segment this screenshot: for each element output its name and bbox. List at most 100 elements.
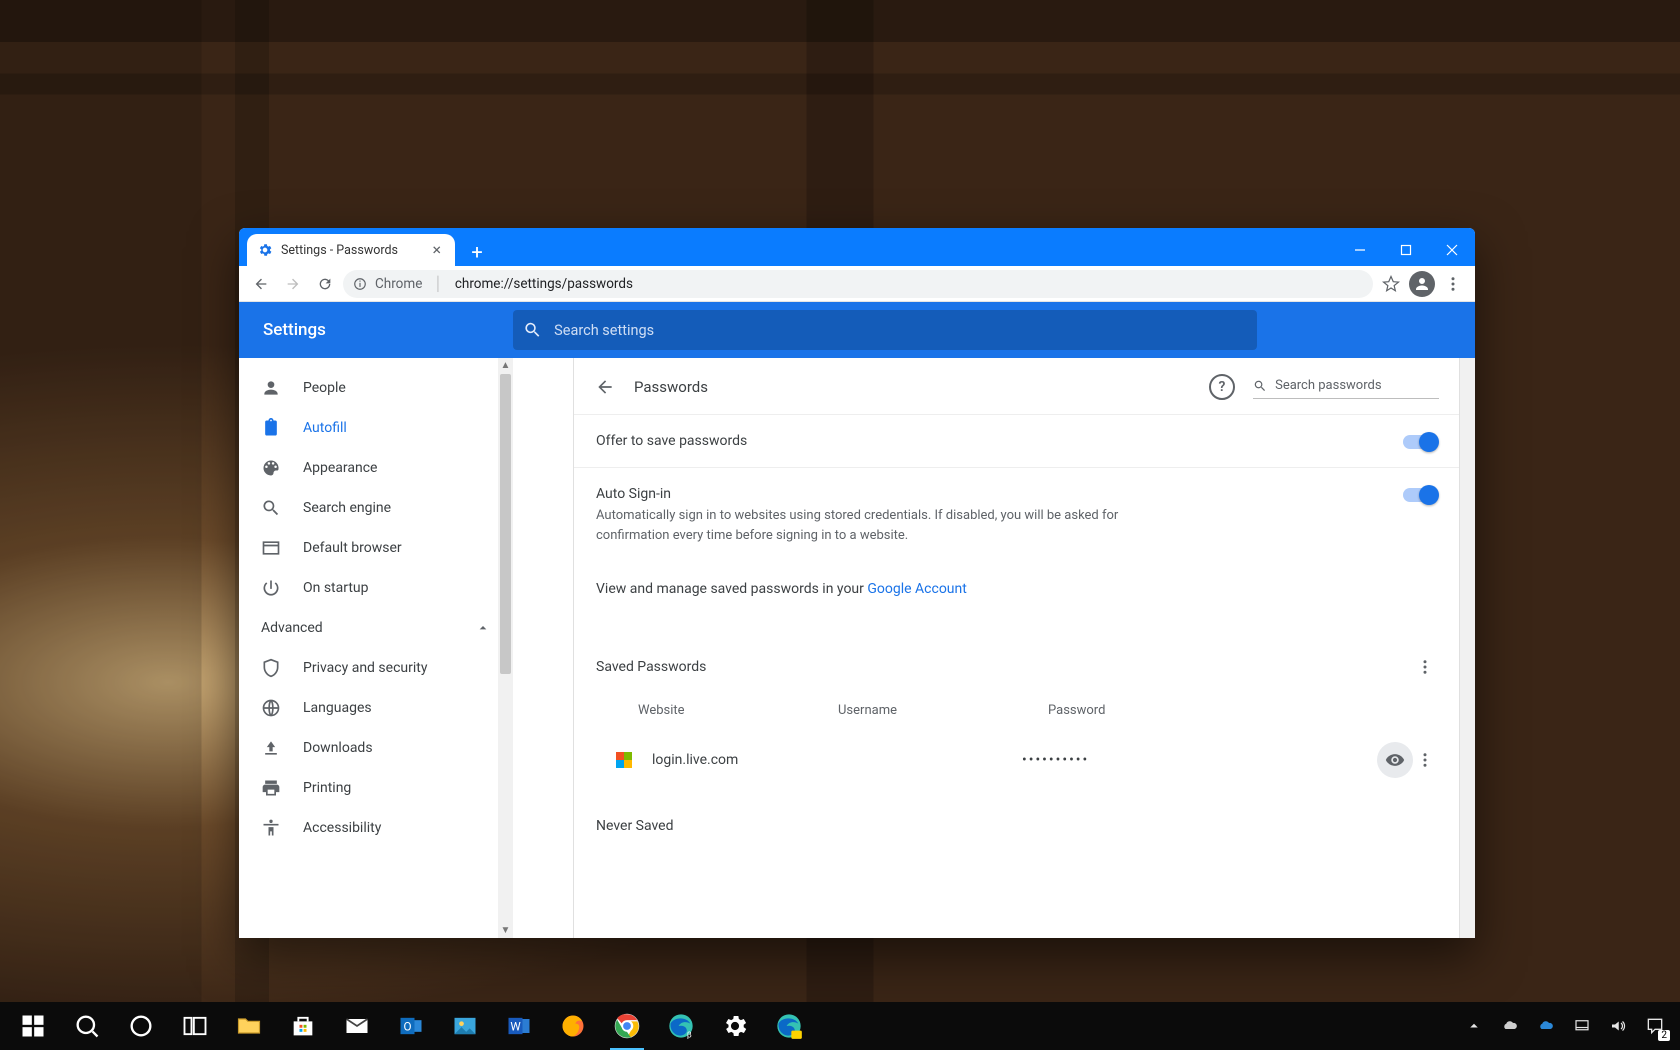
settings-sidebar: People Autofill Appearance Search engine bbox=[239, 358, 513, 938]
sidebar-item-default-browser[interactable]: Default browser bbox=[239, 528, 513, 568]
search-icon bbox=[261, 498, 281, 518]
mail-button[interactable] bbox=[330, 1002, 384, 1050]
back-button[interactable] bbox=[247, 270, 275, 298]
browser-tab-settings[interactable]: Settings - Passwords × bbox=[247, 234, 455, 266]
entry-site: login.live.com bbox=[652, 752, 812, 768]
search-button[interactable] bbox=[60, 1002, 114, 1050]
chrome-window: Settings - Passwords × + Chrome │ chrome… bbox=[239, 228, 1475, 938]
onedrive-icon[interactable] bbox=[1498, 1014, 1522, 1038]
sidebar-item-search-engine[interactable]: Search engine bbox=[239, 488, 513, 528]
scroll-up-icon[interactable]: ▲ bbox=[498, 358, 513, 373]
task-view-button[interactable] bbox=[168, 1002, 222, 1050]
svg-text:W: W bbox=[510, 1020, 521, 1034]
window-close-button[interactable] bbox=[1429, 234, 1475, 266]
microsoft-store-button[interactable] bbox=[276, 1002, 330, 1050]
panel-back-button[interactable] bbox=[594, 376, 616, 398]
action-center-button[interactable]: 2 bbox=[1642, 1013, 1668, 1039]
profile-avatar[interactable] bbox=[1409, 271, 1435, 297]
saved-passwords-menu[interactable] bbox=[1413, 655, 1437, 679]
word-button[interactable]: W bbox=[492, 1002, 546, 1050]
site-info-icon[interactable] bbox=[353, 277, 367, 291]
password-entry[interactable]: login.live.com •••••••••• bbox=[574, 730, 1459, 790]
col-website: Website bbox=[638, 703, 838, 718]
auto-signin-toggle[interactable] bbox=[1403, 488, 1437, 502]
sidebar-item-label: People bbox=[303, 380, 346, 396]
sidebar-item-accessibility[interactable]: Accessibility bbox=[239, 808, 513, 848]
advanced-label: Advanced bbox=[261, 620, 323, 636]
show-password-button[interactable] bbox=[1377, 742, 1413, 778]
touchpad-icon[interactable] bbox=[1570, 1014, 1594, 1038]
sidebar-item-privacy[interactable]: Privacy and security bbox=[239, 648, 513, 688]
settings-brand: Settings bbox=[239, 320, 513, 340]
tab-strip: Settings - Passwords × + bbox=[239, 234, 491, 266]
download-icon bbox=[261, 738, 281, 758]
scroll-thumb[interactable] bbox=[500, 374, 511, 674]
windows-settings-button[interactable] bbox=[708, 1002, 762, 1050]
help-icon[interactable]: ? bbox=[1209, 374, 1235, 400]
panel-title: Passwords bbox=[634, 378, 708, 396]
saved-passwords-heading: Saved Passwords bbox=[574, 615, 1459, 695]
accessibility-icon bbox=[261, 818, 281, 838]
outlook-button[interactable]: O bbox=[384, 1002, 438, 1050]
offer-save-row: Offer to save passwords bbox=[574, 414, 1459, 467]
auto-signin-sub: Automatically sign in to websites using … bbox=[596, 506, 1156, 545]
search-icon bbox=[523, 320, 542, 340]
sidebar-item-printing[interactable]: Printing bbox=[239, 768, 513, 808]
scroll-down-icon[interactable]: ▼ bbox=[498, 923, 513, 938]
onedrive-synced-icon[interactable] bbox=[1534, 1014, 1558, 1038]
sidebar-item-label: Downloads bbox=[303, 740, 373, 756]
forward-button[interactable] bbox=[279, 270, 307, 298]
file-explorer-button[interactable] bbox=[222, 1002, 276, 1050]
new-tab-button[interactable]: + bbox=[463, 238, 491, 266]
close-tab-icon[interactable]: × bbox=[428, 240, 445, 260]
settings-search-input[interactable] bbox=[554, 322, 1247, 339]
entry-menu[interactable] bbox=[1413, 748, 1437, 772]
maximize-button[interactable] bbox=[1383, 234, 1429, 266]
bookmark-star-icon[interactable] bbox=[1377, 270, 1405, 298]
edge-canary-button[interactable] bbox=[762, 1002, 816, 1050]
chevron-up-icon bbox=[475, 620, 491, 636]
windows-taskbar: O W β 2 bbox=[0, 1002, 1680, 1050]
sidebar-item-appearance[interactable]: Appearance bbox=[239, 448, 513, 488]
settings-header: Settings bbox=[239, 302, 1475, 358]
chrome-menu-button[interactable] bbox=[1439, 270, 1467, 298]
passwords-search-input[interactable] bbox=[1275, 378, 1439, 393]
omnibox-url: chrome://settings/passwords bbox=[455, 276, 633, 292]
firefox-button[interactable] bbox=[546, 1002, 600, 1050]
omnibox-site: Chrome bbox=[375, 276, 422, 292]
sidebar-scrollbar[interactable]: ▲ ▼ bbox=[498, 358, 513, 938]
entry-password-masked: •••••••••• bbox=[1022, 752, 1369, 768]
window-controls bbox=[1337, 234, 1475, 266]
settings-search[interactable] bbox=[513, 310, 1257, 350]
sidebar-item-label: Languages bbox=[303, 700, 372, 716]
offer-save-toggle[interactable] bbox=[1403, 435, 1437, 449]
photos-button[interactable] bbox=[438, 1002, 492, 1050]
tray-chevron-up-icon[interactable] bbox=[1462, 1014, 1486, 1038]
chrome-button[interactable] bbox=[600, 1002, 654, 1050]
reload-button[interactable] bbox=[311, 270, 339, 298]
microsoft-favicon bbox=[616, 752, 632, 768]
cortana-button[interactable] bbox=[114, 1002, 168, 1050]
volume-icon[interactable] bbox=[1606, 1014, 1630, 1038]
title-bar: Settings - Passwords × + bbox=[239, 228, 1475, 266]
sidebar-item-label: Printing bbox=[303, 780, 351, 796]
sidebar-item-people[interactable]: People bbox=[239, 368, 513, 408]
start-button[interactable] bbox=[6, 1002, 60, 1050]
sidebar-advanced-toggle[interactable]: Advanced bbox=[239, 608, 513, 648]
sidebar-item-label: Accessibility bbox=[303, 820, 381, 836]
settings-content: Passwords ? Offer to save passwords bbox=[513, 358, 1475, 938]
passwords-search[interactable] bbox=[1253, 376, 1439, 399]
sidebar-item-autofill[interactable]: Autofill bbox=[239, 408, 513, 448]
sidebar-item-downloads[interactable]: Downloads bbox=[239, 728, 513, 768]
col-username: Username bbox=[838, 703, 1048, 718]
sidebar-item-languages[interactable]: Languages bbox=[239, 688, 513, 728]
svg-text:O: O bbox=[403, 1020, 411, 1034]
sidebar-item-label: Appearance bbox=[303, 460, 377, 476]
edge-beta-button[interactable]: β bbox=[654, 1002, 708, 1050]
browser-toolbar: Chrome │ chrome://settings/passwords bbox=[239, 266, 1475, 302]
address-bar[interactable]: Chrome │ chrome://settings/passwords bbox=[343, 270, 1373, 298]
google-account-link[interactable]: Google Account bbox=[867, 581, 966, 597]
minimize-button[interactable] bbox=[1337, 234, 1383, 266]
sidebar-item-on-startup[interactable]: On startup bbox=[239, 568, 513, 608]
clipboard-icon bbox=[261, 418, 281, 438]
